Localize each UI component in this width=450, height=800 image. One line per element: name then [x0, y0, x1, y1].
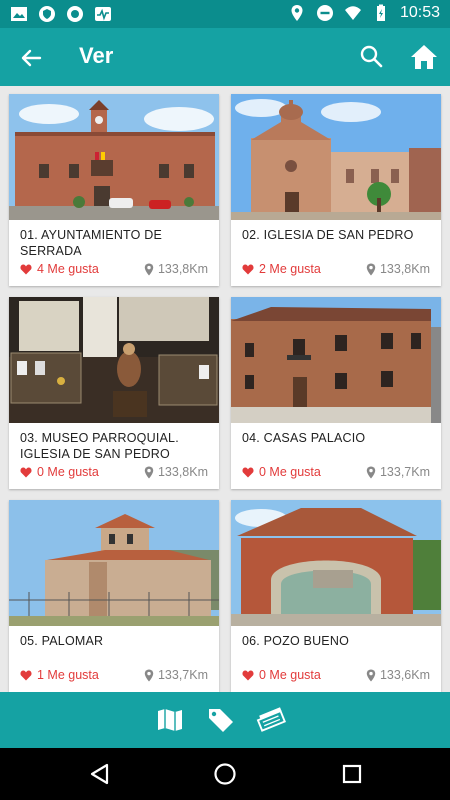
location-pin-icon — [144, 263, 154, 275]
place-card[interactable]: 05. PALOMAR 1 Me gusta 133,7Km — [9, 500, 219, 692]
system-navigation-bar — [0, 748, 450, 800]
home-icon[interactable] — [409, 42, 439, 72]
likes-count[interactable]: 0 Me gusta — [242, 668, 321, 682]
likes-label: 0 Me gusta — [259, 465, 321, 479]
place-photo[interactable] — [231, 297, 441, 423]
location-icon — [291, 5, 303, 21]
likes-count[interactable]: 0 Me gusta — [242, 465, 321, 479]
heart-icon — [242, 467, 254, 477]
image-notification-icon — [11, 7, 27, 21]
place-photo[interactable] — [9, 297, 219, 423]
location-pin-icon — [366, 263, 376, 275]
distance: 133,7Km — [144, 668, 208, 682]
distance-label: 133,8Km — [379, 262, 430, 276]
location-pin-icon — [366, 466, 376, 478]
place-name: 05. PALOMAR — [20, 634, 104, 648]
search-icon[interactable] — [358, 43, 386, 71]
heart-icon — [242, 264, 254, 274]
tag-icon[interactable] — [206, 706, 236, 734]
likes-label: 4 Me gusta — [37, 262, 99, 276]
app-bar: Ver — [0, 28, 450, 86]
likes-count[interactable]: 4 Me gusta — [20, 262, 99, 276]
place-card[interactable]: 02. IGLESIA DE SAN PEDRO 2 Me gusta 133,… — [231, 94, 441, 286]
do-not-disturb-icon — [316, 5, 333, 21]
heart-icon — [242, 670, 254, 680]
place-card[interactable]: 01. AYUNTAMIENTO DE SERRADA 4 Me gusta 1… — [9, 94, 219, 286]
location-pin-icon — [144, 466, 154, 478]
heart-icon — [20, 670, 32, 680]
home-nav-icon[interactable] — [213, 762, 237, 786]
likes-count[interactable]: 1 Me gusta — [20, 668, 99, 682]
wifi-icon — [344, 6, 361, 20]
likes-label: 1 Me gusta — [37, 668, 99, 682]
map-icon[interactable] — [155, 706, 185, 734]
tickets-icon[interactable] — [256, 706, 286, 734]
distance: 133,7Km — [366, 465, 430, 479]
place-photo[interactable] — [231, 500, 441, 626]
recents-nav-icon[interactable] — [340, 762, 364, 786]
likes-label: 0 Me gusta — [259, 668, 321, 682]
place-card[interactable]: 03. MUSEO PARROQUIAL. IGLESIA DE SAN PED… — [9, 297, 219, 489]
distance-label: 133,8Km — [157, 262, 208, 276]
heart-icon — [20, 467, 32, 477]
place-name: 02. IGLESIA DE SAN PEDRO — [242, 228, 414, 242]
likes-label: 0 Me gusta — [37, 465, 99, 479]
activity-notification-icon — [95, 7, 111, 21]
status-bar: 10:53 — [0, 0, 450, 28]
circle-notification-icon — [67, 6, 83, 22]
distance-label: 133,8Km — [157, 465, 208, 479]
battery-icon — [376, 4, 385, 21]
back-nav-icon[interactable] — [88, 762, 112, 786]
place-name: 01. AYUNTAMIENTO DE SERRADA — [20, 228, 163, 258]
distance: 133,8Km — [144, 465, 208, 479]
likes-count[interactable]: 0 Me gusta — [20, 465, 99, 479]
place-card[interactable]: 04. CASAS PALACIO 0 Me gusta 133,7Km — [231, 297, 441, 489]
page-title: Ver — [79, 43, 114, 68]
distance-label: 133,7Km — [379, 465, 430, 479]
location-pin-icon — [144, 669, 154, 681]
place-name: 06. POZO BUENO — [242, 634, 349, 648]
place-name: 04. CASAS PALACIO — [242, 431, 366, 445]
location-pin-icon — [366, 669, 376, 681]
shield-notification-icon — [39, 6, 55, 22]
distance-label: 133,7Km — [157, 668, 208, 682]
place-card[interactable]: 06. POZO BUENO 0 Me gusta 133,6Km — [231, 500, 441, 692]
place-photo[interactable] — [9, 94, 219, 220]
bottom-toolbar — [0, 692, 450, 748]
heart-icon — [20, 264, 32, 274]
status-time: 10:53 — [399, 4, 440, 21]
distance: 133,6Km — [366, 668, 430, 682]
place-photo[interactable] — [9, 500, 219, 626]
distance: 133,8Km — [366, 262, 430, 276]
place-photo[interactable] — [231, 94, 441, 220]
distance: 133,8Km — [144, 262, 208, 276]
back-arrow-icon[interactable] — [16, 43, 46, 73]
likes-label: 2 Me gusta — [259, 262, 321, 276]
place-name: 03. MUSEO PARROQUIAL. IGLESIA DE SAN PED… — [20, 431, 179, 461]
distance-label: 133,6Km — [379, 668, 430, 682]
likes-count[interactable]: 2 Me gusta — [242, 262, 321, 276]
